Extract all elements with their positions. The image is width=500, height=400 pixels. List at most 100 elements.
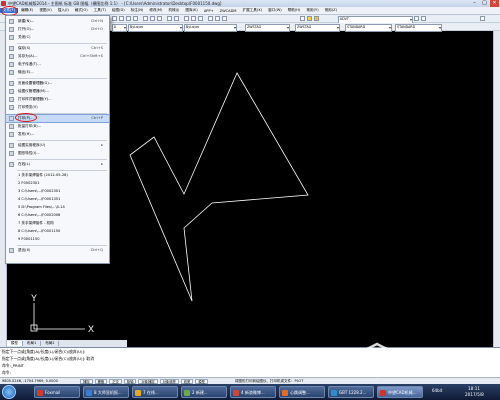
undo-icon[interactable] [167, 16, 172, 21]
file-menu-item[interactable]: 保存(S) Ctrl+S [6, 45, 109, 52]
menu-item-icon [9, 132, 14, 137]
pan-icon[interactable] [184, 16, 189, 21]
file-menu-item[interactable]: 9 F0001150 [6, 236, 109, 243]
menu-separator [17, 43, 107, 44]
menu-item[interactable]: 扩展工具(X) [240, 8, 266, 13]
file-menu-item[interactable]: 5 D:\Program Files\...\0-14 [6, 204, 109, 211]
file-menu-item[interactable]: 页面设置管理器(G)... [6, 80, 109, 87]
new-icon[interactable] [112, 16, 117, 21]
file-menu-item[interactable]: 另存为(A)... Ctrl+Shift+S [6, 53, 109, 60]
file-menu-item[interactable]: 绘图仪管理器(M)... [6, 88, 109, 95]
layout-tab[interactable]: 模型 [7, 341, 23, 346]
menu-item[interactable]: 格式(O) [72, 8, 91, 13]
watermark: 溜溜自学 WWW.3D66.COM [357, 340, 491, 380]
file-menu-item[interactable]: 批量打印(B)... [6, 123, 109, 130]
tray-badge: 64bit [432, 388, 443, 393]
sun-icon[interactable] [314, 16, 319, 21]
ucs-y-label: Y [31, 293, 37, 303]
menu-item-label: 6 C:\Users\...\F0002006 [18, 213, 61, 217]
file-menu-item[interactable]: 6 C:\Users\...\F0002006 [6, 212, 109, 219]
file-menu-item[interactable]: 发布(H)... [6, 131, 109, 138]
menu-item-icon [9, 27, 14, 32]
file-menu-item[interactable]: 1 扶手架焊接件 (2012-05-28) [6, 172, 109, 179]
layer-state-icon[interactable] [421, 16, 426, 21]
file-menu-item[interactable]: 打印样式管理器(Y)... [6, 96, 109, 103]
print-icon[interactable] [133, 16, 138, 21]
maximize-button[interactable]: □ [480, 0, 489, 7]
menu-item[interactable]: 工具(T) [91, 8, 109, 13]
properties-icon[interactable] [208, 16, 213, 21]
match-properties-icon[interactable] [222, 16, 227, 21]
menu-item[interactable]: 编辑(E) [18, 8, 36, 13]
paste-icon[interactable] [157, 16, 162, 21]
menu-item[interactable]: ZWCADM [217, 9, 240, 13]
menu-item[interactable]: 绘图(D) [109, 8, 128, 13]
menu-item[interactable]: 标注(N) [128, 8, 147, 13]
taskbar-button[interactable]: Foxmail [34, 386, 80, 398]
save-icon[interactable] [126, 16, 131, 21]
menu-item-icon [9, 81, 14, 86]
menu-separator [17, 159, 107, 160]
menu-item[interactable]: APP+ [201, 9, 217, 13]
taskbar-button[interactable]: 7 在线... [132, 386, 178, 398]
file-menu-item[interactable]: 打印预览(V) [6, 104, 109, 111]
file-menu-item[interactable]: 8 C:\Users\...\F0001150 [6, 228, 109, 235]
help-icon[interactable] [480, 16, 485, 21]
bulb-icon[interactable] [307, 16, 312, 21]
file-menu-item[interactable]: 输出(E)... [6, 69, 109, 76]
menu-item-icon [9, 124, 14, 129]
taskbar-label: 中望CAD机械... [388, 390, 417, 395]
taskbar-button[interactable]: 2 新建... [181, 386, 227, 398]
cut-icon[interactable] [143, 16, 148, 21]
menu-item-label: 3 C:\Users\...\F0002301 [18, 189, 61, 193]
close-button[interactable]: ✕ [490, 0, 499, 7]
file-menu-item[interactable]: 关闭(C) [6, 34, 109, 41]
open-icon[interactable] [119, 16, 124, 21]
taskbar-button[interactable]: 8 大师显机报... [83, 386, 129, 398]
menu-item[interactable]: 窗口(W) [265, 8, 285, 13]
taskbar-button[interactable]: 中望CAD机械... [377, 386, 423, 398]
menu-item-icon [9, 116, 14, 121]
menu-item[interactable]: 常用(Y) [303, 8, 321, 13]
menu-item[interactable]: 帮助(H) [285, 8, 304, 13]
menu-item[interactable]: 视图(V) [36, 8, 54, 13]
menu-item[interactable]: 修改(M) [146, 8, 165, 13]
menu-item[interactable]: 图库(K) [182, 8, 200, 13]
file-menu-item[interactable]: 3 C:\Users\...\F0002301 [6, 188, 109, 195]
menu-item-label: 打印预览(V) [18, 105, 38, 109]
layer-icon[interactable] [300, 16, 305, 21]
taskbar-label: GBT 1228.2... [339, 390, 367, 395]
design-center-icon[interactable] [215, 16, 220, 21]
file-menu-item[interactable]: 图形特性(I)... [6, 150, 109, 157]
file-menu-item[interactable]: 打开(O)... Ctrl+O [6, 26, 109, 33]
copy-icon[interactable] [150, 16, 155, 21]
taskbar-button[interactable]: 心跳调整... [279, 386, 325, 398]
command-line: 指定下一点或[角度(A)/长度(L)/闭合(C)/放弃(U)]: [2, 349, 86, 354]
coordinates-readout: 9805.0246, -1704.7969, 0.0000 [2, 379, 58, 383]
menu-item[interactable]: 常用(Z) [322, 8, 340, 13]
layout-tab[interactable]: 布局2 [41, 341, 60, 346]
menu-item[interactable]: 插入(I) [55, 8, 72, 13]
file-menu-item[interactable]: 7 扶手架焊接件 - 机构 [6, 220, 109, 227]
file-menu-item[interactable]: 绘图实用程序(U) ▸ [6, 142, 109, 149]
file-menu-item[interactable]: 电子传递(T)... [6, 61, 109, 68]
file-menu-item[interactable]: 退出(X) Ctrl+Q [6, 247, 109, 254]
zoom-icon[interactable] [191, 16, 196, 21]
layout-tab[interactable]: 布局1 [23, 341, 42, 346]
layer-prev-icon[interactable] [414, 16, 419, 21]
menu-item-label: 7 扶手架焊接件 - 机构 [18, 221, 54, 225]
minimize-button[interactable]: – [470, 0, 479, 7]
taskbar-button[interactable]: 4 新浪微博... [230, 386, 276, 398]
file-menu-item[interactable]: 2 F0002301 [6, 180, 109, 187]
file-menu-item[interactable]: 在线(L) ▸ [6, 161, 109, 168]
file-menu-item[interactable]: 4 C:\Users\...\F0001351 [6, 196, 109, 203]
menu-item-shortcut: ▸ [101, 143, 103, 147]
file-menu-item[interactable]: 新建(N)... Ctrl+N [6, 18, 109, 25]
menu-item[interactable]: 机械(J) [165, 8, 182, 13]
start-button[interactable] [2, 385, 16, 399]
taskbar-button[interactable]: GBT 1228.2... [328, 386, 374, 398]
polyline-shape[interactable] [129, 72, 309, 302]
layout-tabs: 模型 布局1 布局2 [7, 340, 127, 347]
zoom-window-icon[interactable] [198, 16, 203, 21]
redo-icon[interactable] [174, 16, 179, 21]
